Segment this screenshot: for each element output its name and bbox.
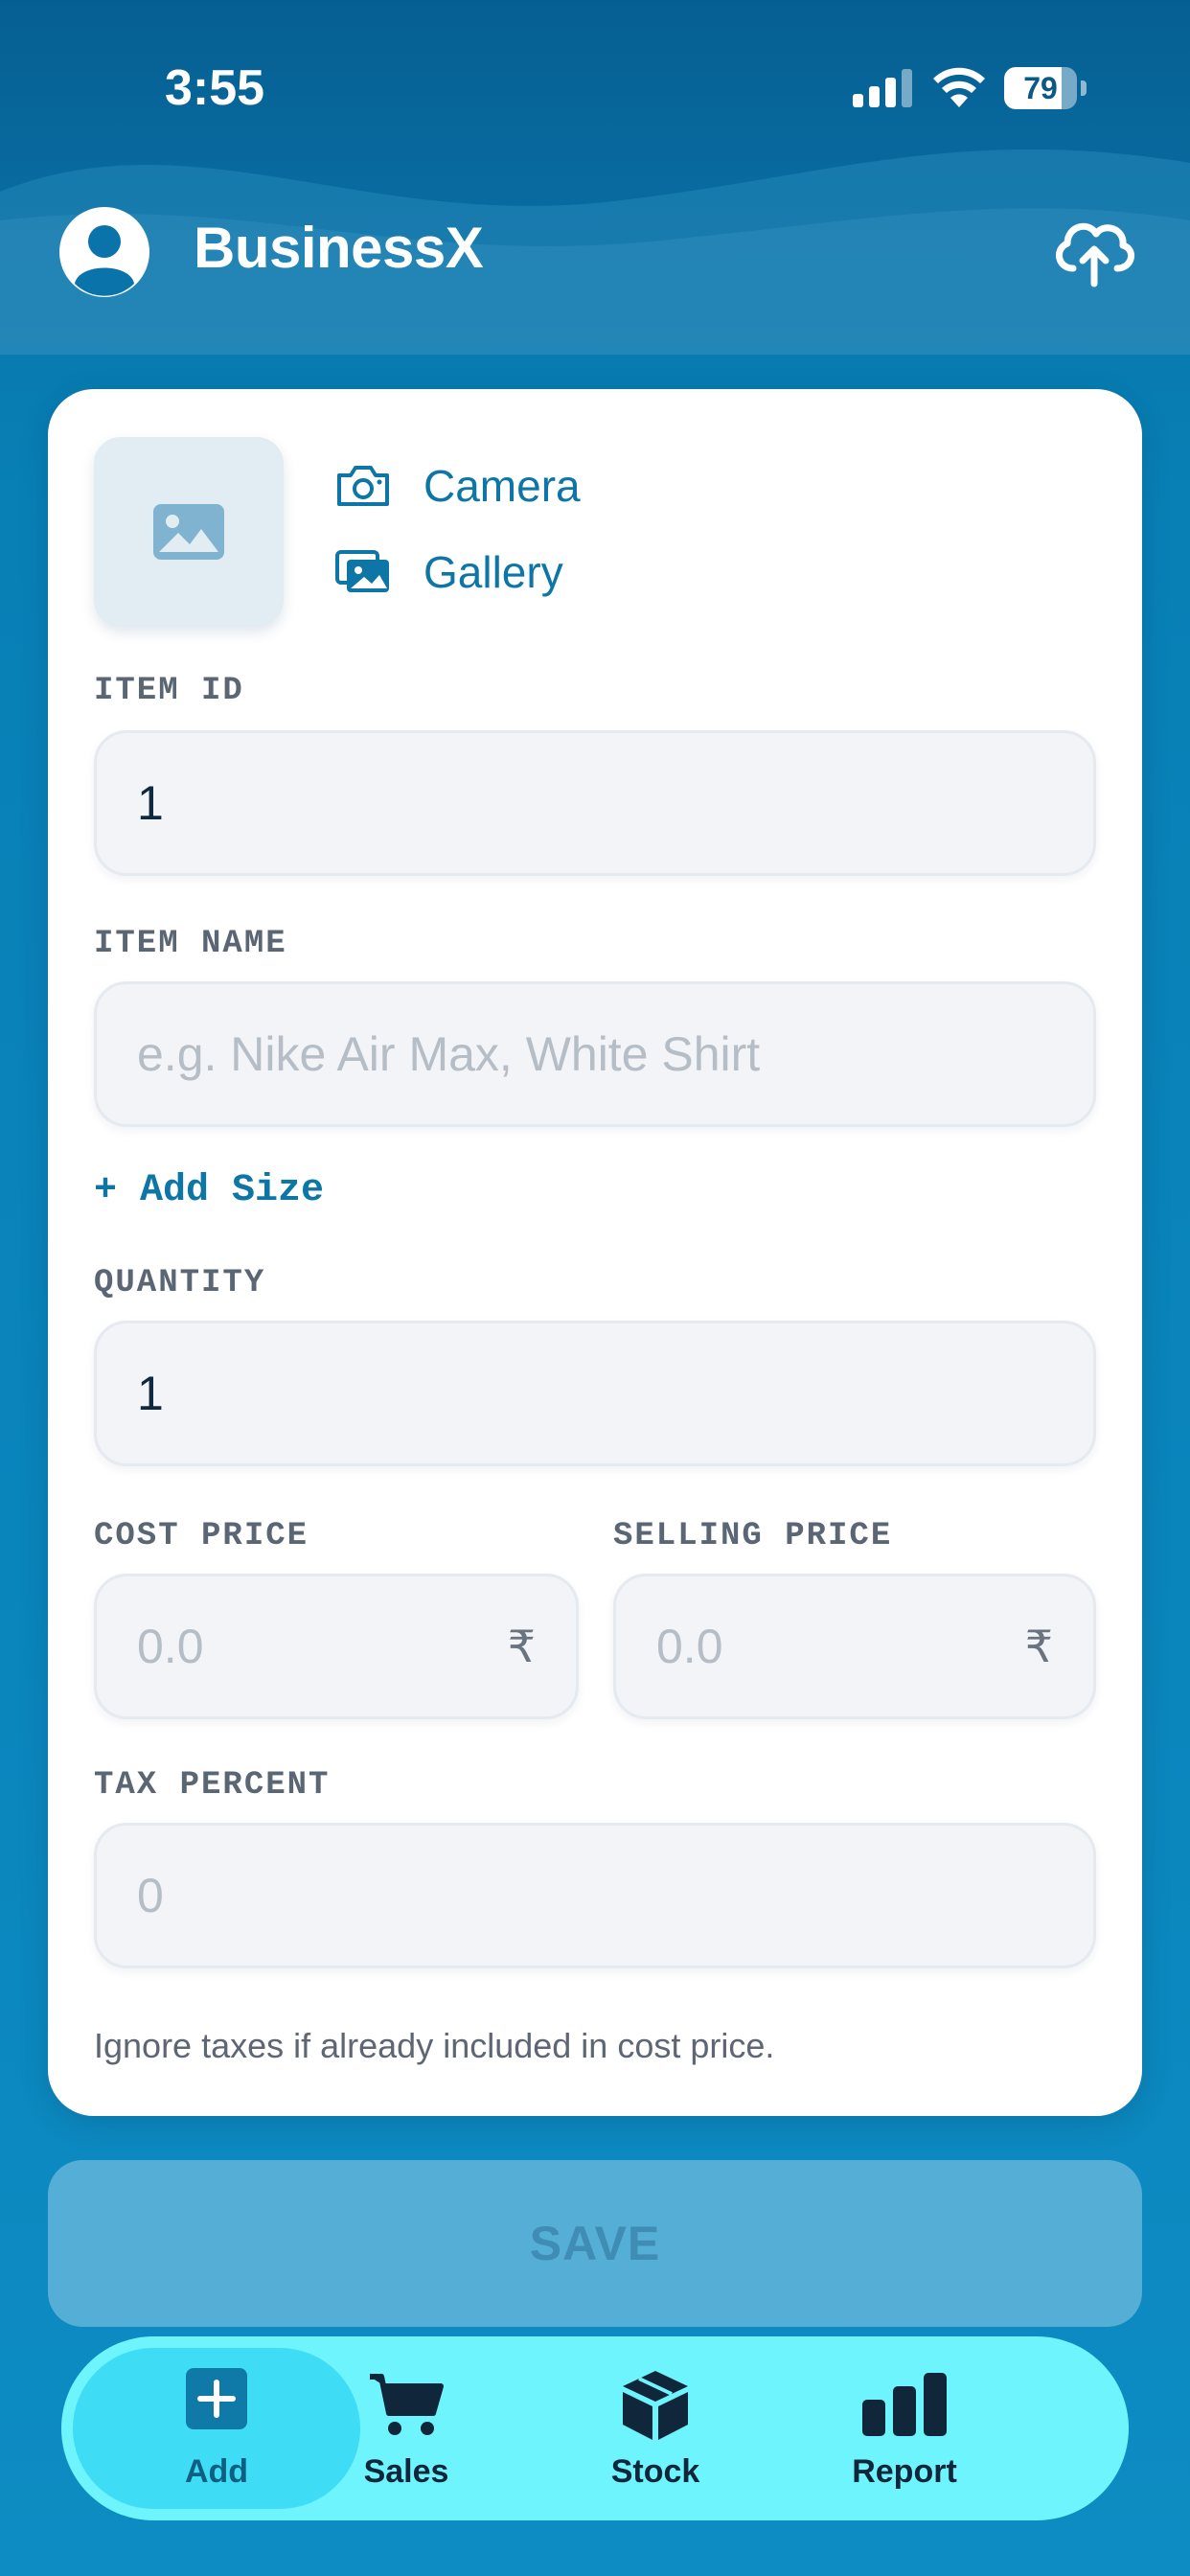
camera-button[interactable]: Camera xyxy=(335,460,581,512)
cart-icon xyxy=(370,2374,444,2435)
tax-percent-label: TAX PERCENT xyxy=(94,1767,331,1804)
bottom-tab-bar: Add Sales Stock Report xyxy=(61,2336,1129,2520)
tab-sales-label: Sales xyxy=(363,2453,449,2490)
quantity-label: QUANTITY xyxy=(94,1265,266,1301)
quantity-field[interactable]: 1 xyxy=(94,1321,1096,1466)
tab-sales[interactable]: Sales xyxy=(282,2336,531,2520)
tax-hint-text: Ignore taxes if already included in cost… xyxy=(94,2026,775,2065)
status-bar: 3:55 79 xyxy=(0,0,1190,172)
app-title: BusinessX xyxy=(194,216,484,280)
gallery-label: Gallery xyxy=(423,547,563,597)
item-name-label: ITEM NAME xyxy=(94,926,287,962)
cloud-upload-icon[interactable] xyxy=(1050,211,1136,288)
box-icon xyxy=(623,2371,688,2440)
cellular-signal-icon xyxy=(853,69,912,107)
tab-stock-label: Stock xyxy=(610,2453,700,2490)
status-time: 3:55 xyxy=(165,60,265,116)
camera-label: Camera xyxy=(423,461,581,511)
selling-price-label: SELLING PRICE xyxy=(613,1518,893,1554)
selling-price-placeholder: 0.0 xyxy=(656,1620,723,1673)
rupee-icon: ₹ xyxy=(1024,1621,1053,1672)
item-name-placeholder: e.g. Nike Air Max, White Shirt xyxy=(137,1027,761,1081)
quantity-value: 1 xyxy=(137,1367,164,1420)
gallery-icon xyxy=(335,550,389,592)
rupee-icon: ₹ xyxy=(507,1621,536,1672)
bar-chart-icon xyxy=(862,2373,947,2436)
item-id-label: ITEM ID xyxy=(94,673,244,709)
image-placeholder-icon xyxy=(153,504,224,560)
camera-icon xyxy=(337,466,389,506)
add-item-form-card: Camera Gallery ITEM ID 1 ITEM NAME e.g. … xyxy=(48,389,1142,2116)
item-image-thumbnail[interactable] xyxy=(94,437,284,627)
item-id-value: 1 xyxy=(137,776,164,830)
tab-report[interactable]: Report xyxy=(780,2336,1029,2520)
add-size-button[interactable]: + Add Size xyxy=(94,1169,324,1212)
wifi-icon xyxy=(933,67,985,107)
gallery-button[interactable]: Gallery xyxy=(335,546,563,598)
cost-price-label: COST PRICE xyxy=(94,1518,309,1554)
item-name-field[interactable]: e.g. Nike Air Max, White Shirt xyxy=(94,981,1096,1127)
tab-report-label: Report xyxy=(852,2453,957,2490)
account-circle-icon[interactable] xyxy=(59,207,149,297)
app-bar: BusinessX xyxy=(0,182,1190,355)
cost-price-field[interactable]: 0.0 ₹ xyxy=(94,1574,579,1719)
cost-price-placeholder: 0.0 xyxy=(137,1620,204,1673)
tax-percent-placeholder: 0 xyxy=(137,1869,164,1922)
item-id-field[interactable]: 1 xyxy=(94,730,1096,876)
tax-percent-field[interactable]: 0 xyxy=(94,1823,1096,1968)
selling-price-field[interactable]: 0.0 ₹ xyxy=(613,1574,1096,1719)
battery-indicator: 79 xyxy=(1004,67,1087,109)
save-button[interactable]: SAVE xyxy=(48,2160,1142,2327)
add-box-icon xyxy=(186,2368,247,2429)
tab-stock[interactable]: Stock xyxy=(531,2336,780,2520)
battery-percent: 79 xyxy=(1023,71,1058,105)
